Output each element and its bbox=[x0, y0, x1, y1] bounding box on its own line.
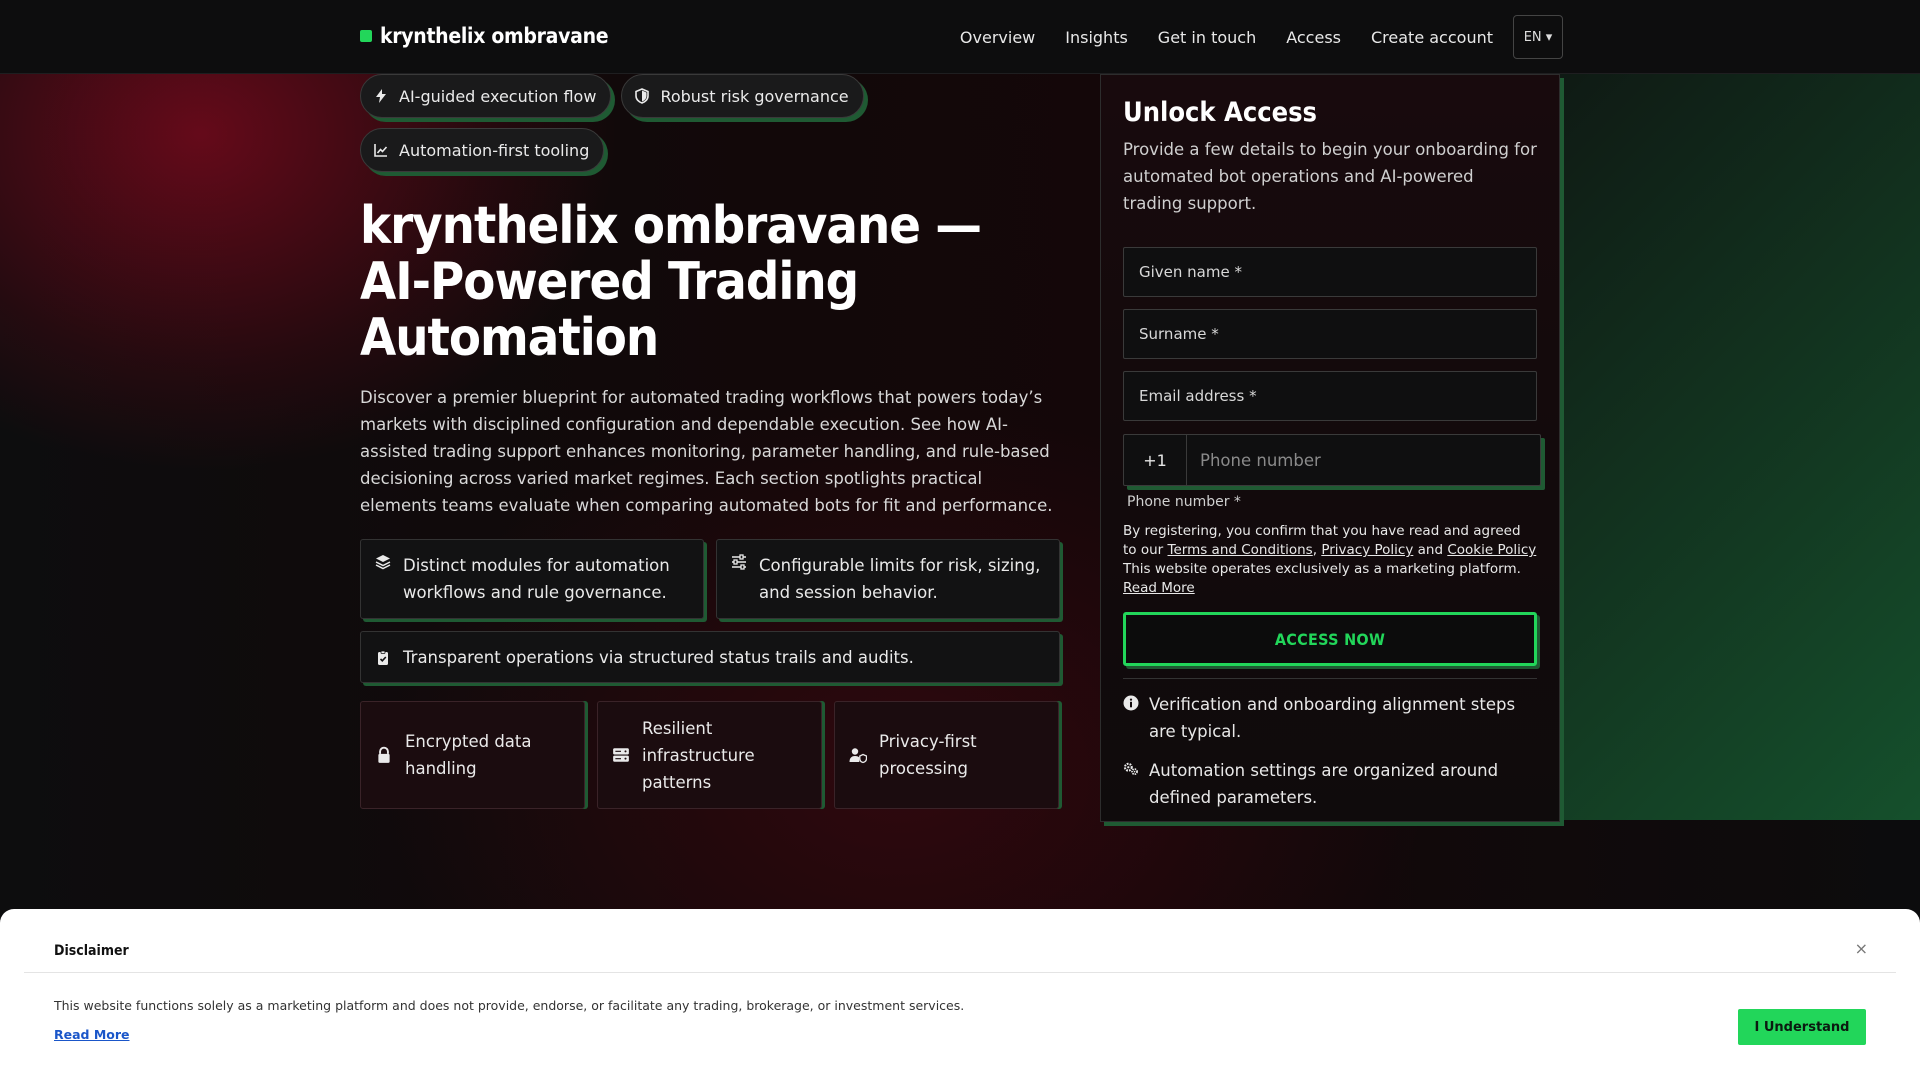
email-input[interactable]: Email address * bbox=[1123, 371, 1537, 421]
surname-input[interactable]: Surname * bbox=[1123, 309, 1537, 359]
nav-access[interactable]: Access bbox=[1286, 28, 1341, 47]
page-title: krynthelix ombravane — AI-Powered Tradin… bbox=[360, 198, 1063, 366]
top-navigation-bar: krynthelix ombravane Overview Insights G… bbox=[0, 0, 1920, 74]
security-row: Encrypted data handling Resilient infras… bbox=[360, 701, 1063, 809]
feature-card-transparency: Transparent operations via structured st… bbox=[360, 631, 1060, 683]
feature-text: Distinct modules for automation workflow… bbox=[403, 556, 670, 602]
disclaimer-banner: Disclaimer × This website functions sole… bbox=[0, 909, 1920, 1080]
note-text: Verification and onboarding alignment st… bbox=[1149, 695, 1516, 741]
note-automation-settings: Automation settings are organized around… bbox=[1123, 757, 1537, 811]
security-text: Privacy-first processing bbox=[879, 732, 977, 778]
country-code-selector[interactable]: +1 bbox=[1124, 435, 1187, 485]
note-text: Automation settings are organized around… bbox=[1149, 761, 1499, 807]
title-line-1: krynthelix ombravane — bbox=[360, 196, 982, 256]
nav-get-in-touch[interactable]: Get in touch bbox=[1158, 28, 1256, 47]
info-icon bbox=[1123, 695, 1139, 711]
title-line-2: AI-Powered Trading Automation bbox=[360, 252, 859, 368]
disclaimer-text: This website functions solely as a marke… bbox=[54, 998, 965, 1013]
clipboard-check-icon bbox=[378, 650, 388, 665]
close-icon[interactable]: × bbox=[1855, 939, 1868, 958]
signup-title: Unlock Access bbox=[1123, 97, 1318, 128]
server-icon bbox=[613, 748, 629, 762]
feature-card-limits: Configurable limits for risk, sizing, an… bbox=[716, 539, 1060, 619]
chart-line-icon bbox=[374, 144, 388, 157]
security-card-encryption: Encrypted data handling bbox=[360, 701, 585, 809]
brand-logo[interactable]: krynthelix ombravane bbox=[360, 24, 609, 48]
gears-icon bbox=[1123, 762, 1138, 776]
right-green-panel bbox=[1560, 74, 1920, 820]
given-name-input[interactable]: Given name * bbox=[1123, 247, 1537, 297]
pill-risk-governance: Robust risk governance bbox=[621, 74, 864, 118]
feature-card-modules: Distinct modules for automation workflow… bbox=[360, 539, 704, 619]
feature-row: Distinct modules for automation workflow… bbox=[360, 539, 1063, 619]
pill-execution-flow: AI-guided execution flow bbox=[360, 74, 612, 118]
pill-automation-tooling: Automation-first tooling bbox=[360, 128, 605, 172]
main-nav: Overview Insights Get in touch Access Cr… bbox=[960, 15, 1563, 59]
brand-mark-icon bbox=[360, 30, 372, 42]
hero-content: AI-guided execution flow Robust risk gov… bbox=[360, 74, 1063, 809]
pill-label: Automation-first tooling bbox=[399, 140, 590, 160]
security-text: Encrypted data handling bbox=[405, 732, 532, 778]
phone-input[interactable]: Phone number bbox=[1187, 435, 1540, 485]
signup-subtitle: Provide a few details to begin your onbo… bbox=[1123, 140, 1537, 213]
feature-text: Configurable limits for risk, sizing, an… bbox=[759, 556, 1041, 602]
consent-suffix: This website operates exclusively as a m… bbox=[1123, 561, 1521, 577]
layers-icon bbox=[375, 555, 391, 570]
security-card-infrastructure: Resilient infrastructure patterns bbox=[597, 701, 822, 809]
terms-link[interactable]: Terms and Conditions bbox=[1168, 542, 1313, 558]
nav-insights[interactable]: Insights bbox=[1065, 28, 1128, 47]
consent-text: By registering, you confirm that you hav… bbox=[1123, 523, 1537, 596]
phone-label: Phone number * bbox=[1127, 494, 1241, 510]
disclaimer-title: Disclaimer bbox=[54, 943, 129, 959]
form-divider bbox=[1123, 678, 1537, 679]
bolt-icon bbox=[376, 89, 386, 103]
cookie-link[interactable]: Cookie Policy bbox=[1447, 542, 1536, 558]
consent-and: and bbox=[1417, 542, 1444, 558]
security-card-privacy: Privacy-first processing bbox=[834, 701, 1059, 809]
user-shield-icon bbox=[849, 748, 867, 764]
pill-label: Robust risk governance bbox=[660, 86, 849, 106]
hero-description: Discover a premier blueprint for automat… bbox=[360, 388, 1053, 515]
i-understand-button[interactable]: I Understand bbox=[1738, 1009, 1866, 1045]
disclaimer-divider bbox=[24, 972, 1896, 973]
brand-name: krynthelix ombravane bbox=[380, 24, 609, 48]
lock-icon bbox=[378, 746, 390, 763]
signup-card: Unlock Access Provide a few details to b… bbox=[1100, 74, 1560, 822]
note-verification: Verification and onboarding alignment st… bbox=[1123, 691, 1537, 745]
shield-icon bbox=[635, 88, 650, 104]
sliders-icon bbox=[732, 554, 746, 570]
read-more-link[interactable]: Read More bbox=[1123, 580, 1195, 596]
privacy-link[interactable]: Privacy Policy bbox=[1321, 542, 1413, 558]
pill-label: AI-guided execution flow bbox=[399, 86, 597, 106]
nav-create-account[interactable]: Create account bbox=[1371, 28, 1493, 47]
tag-pills: AI-guided execution flow Robust risk gov… bbox=[360, 74, 880, 172]
language-selector[interactable]: EN ▾ bbox=[1513, 15, 1563, 59]
feature-text: Transparent operations via structured st… bbox=[403, 647, 914, 667]
security-text: Resilient infrastructure patterns bbox=[642, 718, 755, 792]
access-now-button[interactable]: ACCESS NOW bbox=[1123, 612, 1537, 666]
nav-overview[interactable]: Overview bbox=[960, 28, 1035, 47]
disclaimer-read-more-link[interactable]: Read More bbox=[54, 1027, 130, 1042]
phone-field: +1 Phone number bbox=[1123, 434, 1541, 486]
